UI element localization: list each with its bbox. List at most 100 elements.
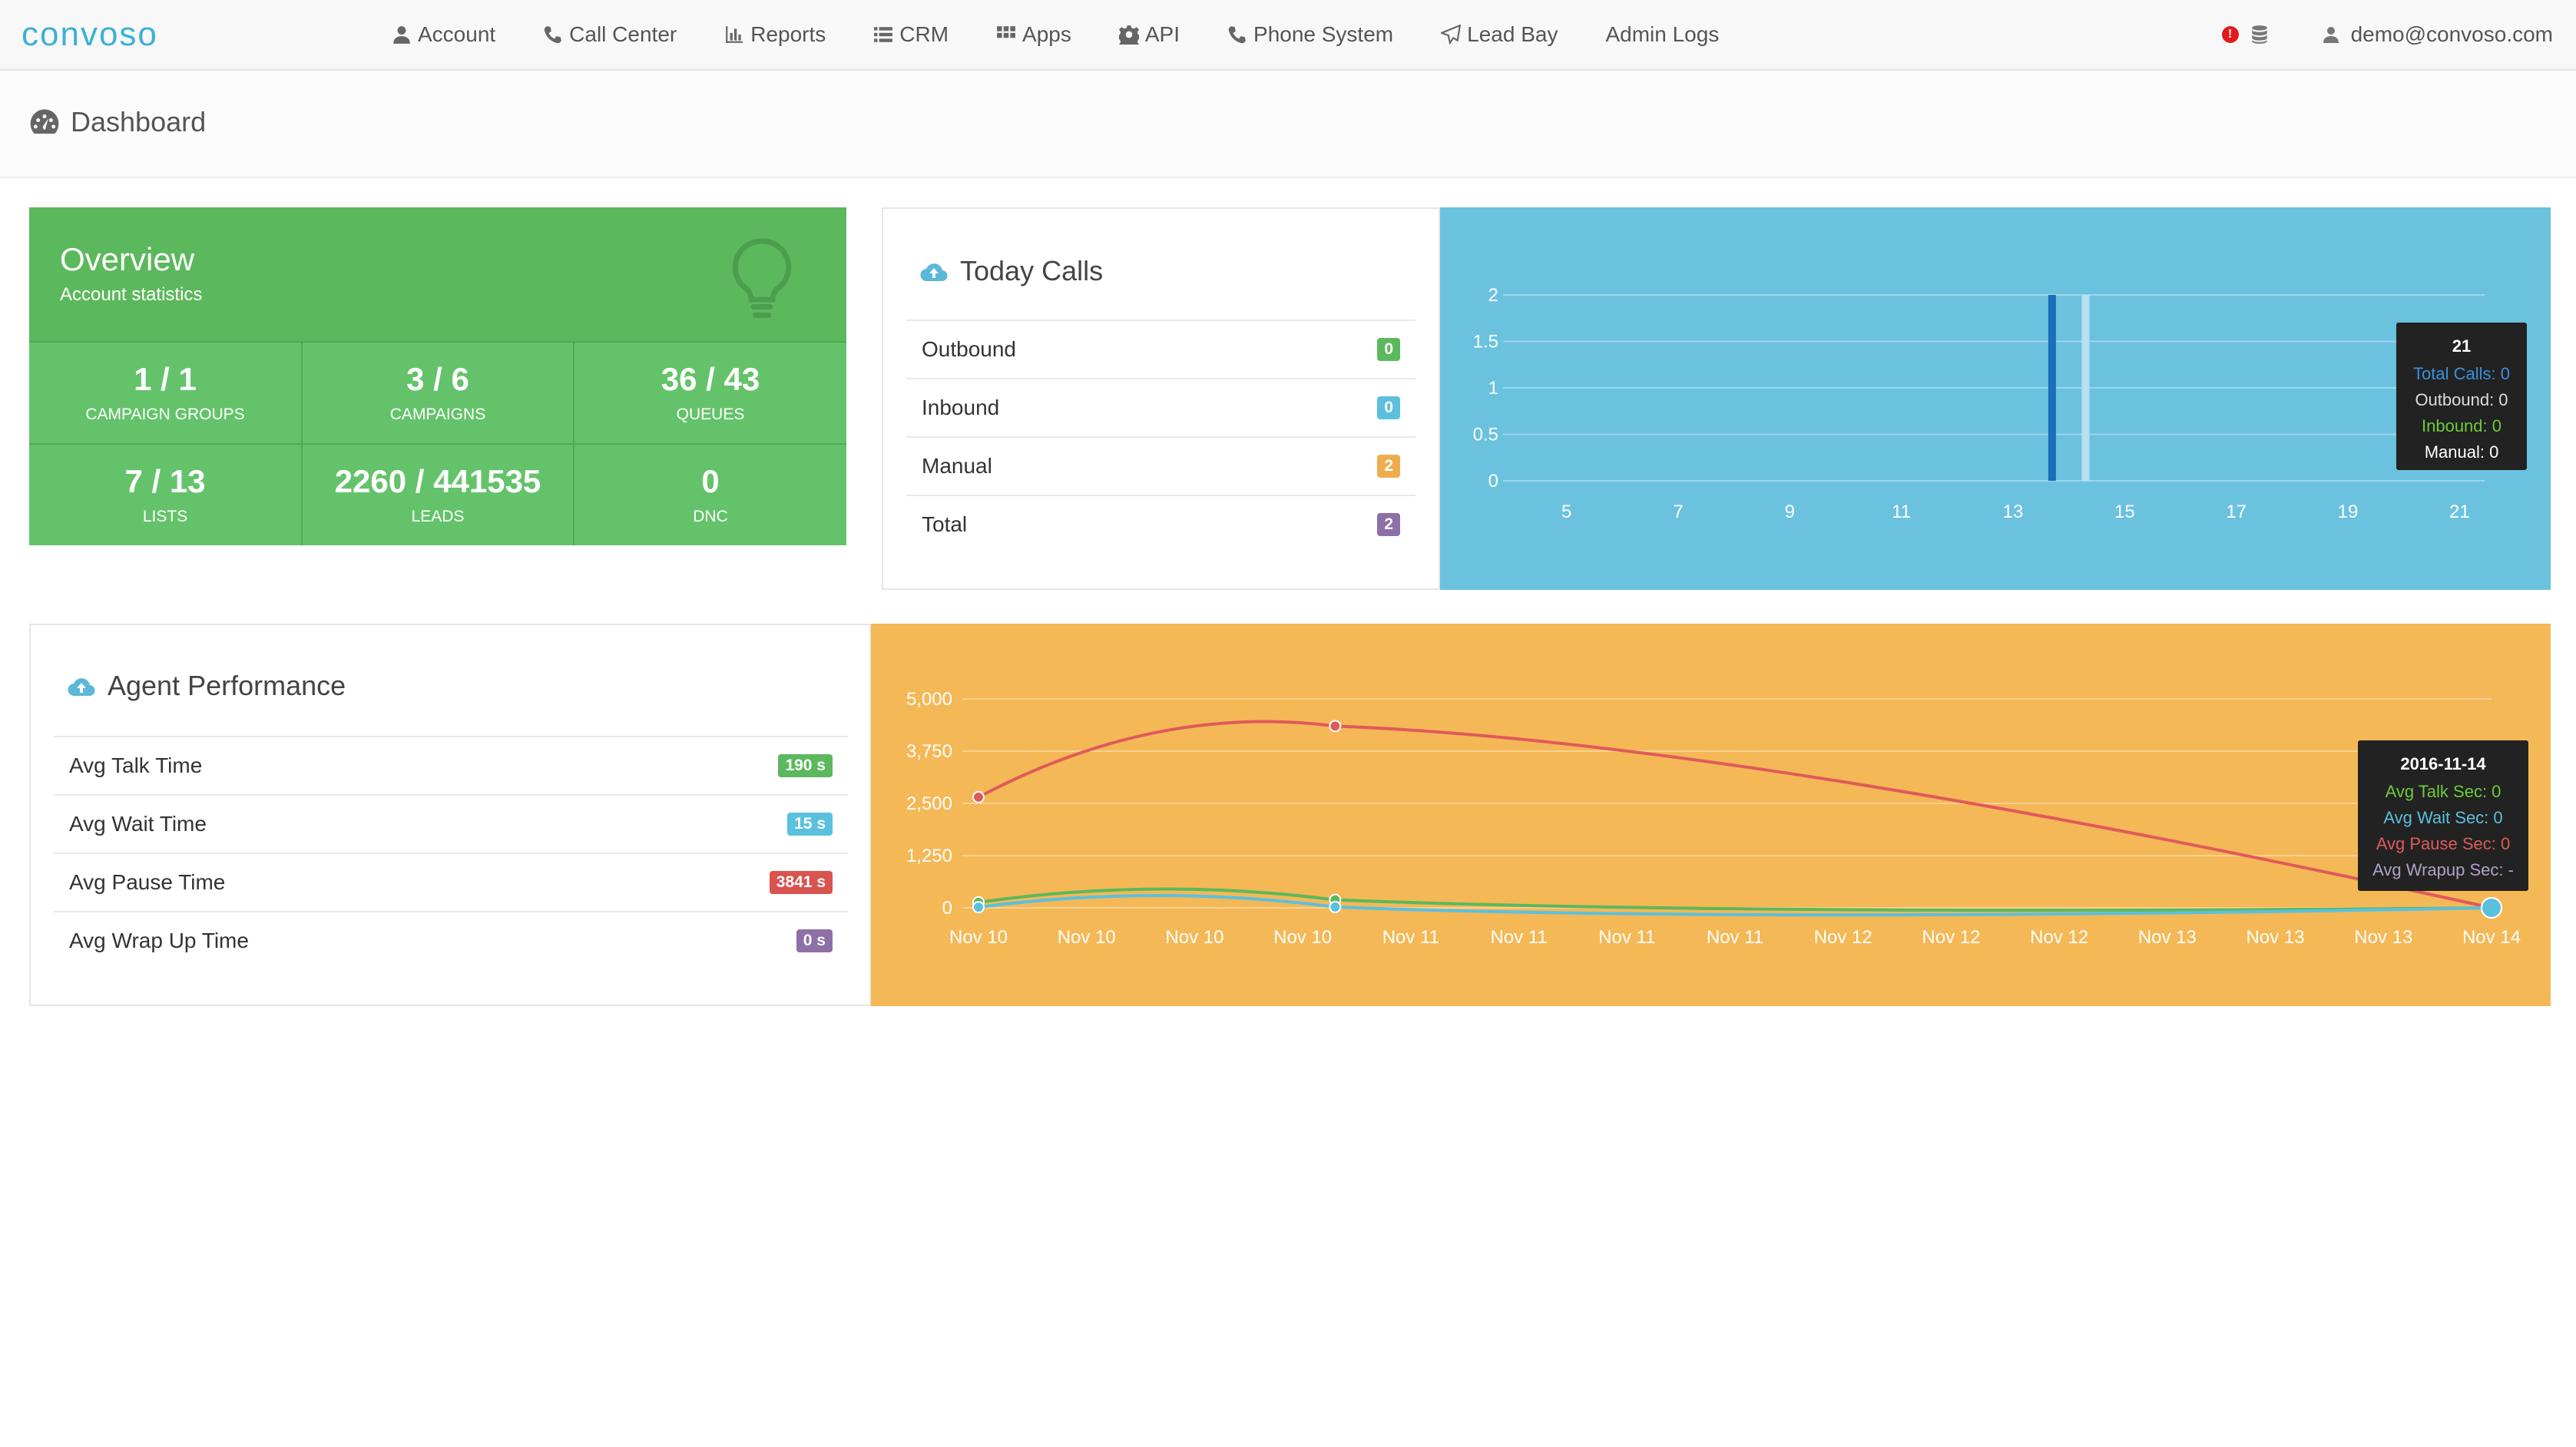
nav-lead-bay-label: Lead Bay	[1467, 22, 1558, 47]
list-item: Outbound 0	[906, 320, 1415, 378]
x-tick-label: 5	[1561, 502, 1571, 522]
alert-icon[interactable]: !	[2222, 26, 2239, 43]
x-tick-label: 19	[2338, 502, 2359, 522]
x-tick-label: Nov 11	[1707, 927, 1763, 948]
overview-header: Overview Account statistics	[29, 207, 846, 341]
chart-tooltip: 2016-11-14Avg Talk Sec: 0Avg Wait Sec: 0…	[2358, 740, 2528, 891]
dashboard-icon	[29, 107, 60, 137]
tooltip-line: Total Calls: 0	[2413, 364, 2510, 383]
stat-label: QUEUES	[677, 406, 745, 424]
x-tick-label: 7	[1673, 502, 1683, 522]
nav-apps[interactable]: Apps	[996, 22, 1071, 47]
row-label: Inbound	[922, 396, 999, 420]
row-label: Avg Wait Time	[69, 812, 207, 836]
nav-apps-label: Apps	[1022, 22, 1071, 47]
stat-value: 1 / 1	[134, 362, 197, 397]
today-calls-chart[interactable]: 00.511.5257911131517192121Total Calls: 0…	[1440, 207, 2551, 590]
data-point	[973, 792, 984, 803]
list-item: Avg Wait Time 15 s	[54, 794, 848, 853]
agent-performance-list: Avg Talk Time 190 s Avg Wait Time 15 s A…	[54, 736, 848, 969]
tooltip-line: Avg Pause Sec: 0	[2376, 834, 2511, 853]
stat-leads[interactable]: 2260 / 441535 LEADS	[303, 443, 574, 545]
nav-crm-label: CRM	[899, 22, 949, 47]
nav-crm[interactable]: CRM	[873, 22, 949, 47]
stat-label: LISTS	[143, 508, 187, 526]
user-email[interactable]: demo@convoso.com	[2351, 22, 2553, 47]
list-item: Avg Pause Time 3841 s	[54, 853, 848, 911]
tooltip-line: Avg Wrapup Sec: -	[2372, 860, 2514, 879]
stat-value: 36 / 43	[661, 362, 760, 397]
y-tick-label: 1,250	[906, 846, 952, 866]
x-tick-label: 9	[1785, 502, 1795, 522]
overview-subtitle: Account statistics	[60, 284, 202, 306]
cloud-upload-icon	[920, 260, 948, 283]
nav-admin-logs[interactable]: Admin Logs	[1605, 22, 1719, 47]
y-tick-label: 2	[1488, 285, 1498, 306]
chart-tooltip: 21Total Calls: 0Outbound: 0Inbound: 0Man…	[2396, 323, 2527, 470]
nav-phone-system[interactable]: Phone System	[1227, 22, 1393, 47]
tooltip-line: Avg Talk Sec: 0	[2386, 782, 2502, 801]
nav-phone-system-label: Phone System	[1253, 22, 1393, 47]
database-icon[interactable]	[2250, 25, 2270, 45]
data-point	[1329, 902, 1340, 912]
stat-label: CAMPAIGNS	[390, 406, 485, 424]
overview-title: Overview	[60, 241, 194, 278]
x-tick-label: Nov 13	[2138, 927, 2197, 948]
stat-campaigns[interactable]: 3 / 6 CAMPAIGNS	[303, 341, 574, 443]
stat-queues[interactable]: 36 / 43 QUEUES	[574, 341, 846, 443]
stat-campaign-groups[interactable]: 1 / 1 CAMPAIGN GROUPS	[29, 341, 303, 443]
x-tick-label: Nov 11	[1382, 927, 1439, 948]
user-icon	[2322, 25, 2340, 44]
nav-call-center-label: Call Center	[569, 22, 677, 47]
page-title-text: Dashboard	[71, 106, 206, 138]
count-badge: 0	[1377, 338, 1400, 361]
nav-call-center[interactable]: Call Center	[543, 22, 677, 47]
stat-label: LEADS	[412, 508, 465, 526]
tooltip-title: 2016-11-14	[2400, 754, 2486, 773]
x-tick-label: Nov 10	[1165, 927, 1223, 948]
main-nav: Account Call Center Reports CRM Apps API…	[392, 0, 1766, 69]
y-tick-label: 2,500	[906, 793, 952, 814]
row-label: Total	[922, 512, 967, 537]
series-line	[978, 896, 2492, 915]
list-item: Avg Talk Time 190 s	[54, 736, 848, 794]
agent-performance-chart[interactable]: 01,2502,5003,7505,000Nov 10Nov 10Nov 10N…	[871, 624, 2551, 1006]
nav-lead-bay[interactable]: Lead Bay	[1441, 22, 1558, 47]
today-calls-title-text: Today Calls	[960, 255, 1103, 287]
value-badge: 190 s	[778, 754, 833, 777]
x-tick-label: 13	[2003, 502, 2024, 522]
x-tick-label: Nov 13	[2354, 927, 2412, 948]
stat-lists[interactable]: 7 / 13 LISTS	[29, 443, 303, 545]
stat-dnc[interactable]: 0 DNC	[574, 443, 846, 545]
agent-performance-panel: Agent Performance Avg Talk Time 190 s Av…	[29, 624, 871, 1006]
data-point	[1329, 720, 1340, 731]
stat-label: DNC	[693, 508, 728, 526]
nav-account-label: Account	[418, 22, 495, 47]
nav-api[interactable]: API	[1119, 22, 1180, 47]
user-icon	[392, 25, 412, 45]
row-label: Avg Wrap Up Time	[69, 929, 249, 953]
x-tick-label: 11	[1892, 502, 1911, 522]
today-calls-panel: Today Calls Outbound 0 Inbound 0 Manual …	[882, 207, 1440, 590]
x-tick-label: Nov 12	[1922, 927, 1980, 948]
agent-performance-title-text: Agent Performance	[108, 670, 346, 702]
y-tick-label: 1	[1488, 378, 1498, 399]
series-line	[978, 721, 2492, 908]
bar-chart-icon	[724, 25, 744, 45]
y-tick-label: 0	[1488, 471, 1498, 492]
x-tick-label: Nov 13	[2247, 927, 2305, 948]
x-tick-label: 21	[2449, 502, 2470, 522]
nav-reports[interactable]: Reports	[724, 22, 826, 47]
value-badge: 0 s	[796, 929, 833, 952]
convoso-logo[interactable]: convoso	[22, 15, 158, 54]
today-calls-list: Outbound 0 Inbound 0 Manual 2 Total 2	[906, 320, 1415, 553]
send-icon	[1441, 25, 1461, 45]
overview-stats: 1 / 1 CAMPAIGN GROUPS 3 / 6 CAMPAIGNS 36…	[29, 341, 846, 545]
bar	[2048, 295, 2056, 481]
x-tick-label: Nov 12	[1814, 927, 1872, 948]
y-tick-label: 0	[942, 898, 952, 919]
value-badge: 3841 s	[770, 871, 833, 894]
row-label: Outbound	[922, 337, 1016, 362]
x-tick-label: Nov 10	[949, 927, 1008, 948]
nav-account[interactable]: Account	[392, 22, 495, 47]
